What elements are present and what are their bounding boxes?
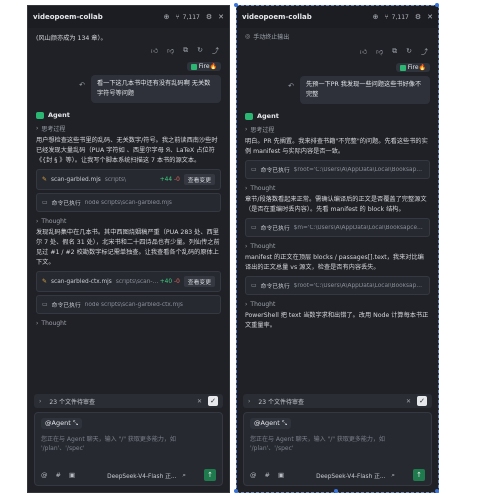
retry-icon[interactable]: ↻ [197, 46, 203, 56]
intro-text: (风山颜亦成为 134 章）。 [36, 35, 107, 42]
thought-label: Thought [41, 320, 67, 327]
pending-label: 23 个文件待审查 [49, 398, 95, 406]
lines-removed: -0 [174, 176, 180, 183]
agent-reply: 用户想检查这些书里的乱码、无关数字/符号。我之前读西南沙些时已经发现大量乱码（P… [36, 137, 218, 164]
chat-composer[interactable]: @Agent ⤡ 您正在与 Agent 聊天，输入 "/" 获取更多能力，如 '… [34, 412, 223, 486]
terminal-icon: ▭ [42, 199, 48, 206]
agent-icon [36, 111, 44, 119]
agent-header: Agent [28, 105, 229, 121]
agent-mention-chip[interactable]: @Agent ⤡ [41, 418, 83, 429]
lines-removed: -0 [174, 278, 180, 285]
command-text: node scripts\scan-garbled-ctx.mjs [84, 301, 183, 308]
file-change-card[interactable]: ✎ scan-garbled.mjs scripts\ +44 -0 查看变更 [36, 169, 221, 190]
user-message-text: 看一下这几本书中还有没有乱码啊 无关数字符号等问题 [91, 75, 221, 103]
resize-handle[interactable] [234, 3, 238, 7]
agent-reply: 发现乱码集中在几本书。其中西图烧姻稿严重（PUA 283 处、西里尔 7 处、假… [36, 229, 220, 266]
close-icon[interactable]: ✕ [218, 13, 224, 21]
view-changes-button[interactable]: 查看变更 [183, 276, 215, 287]
user-badge: Fire🔥 [186, 62, 221, 71]
think-toggle[interactable]: › 思考过程 [28, 121, 229, 136]
chat-panel-left: videopoem-collab ⊕ ⑂ 7,117 ⚙ ✕ (风山颜亦成为 1… [27, 5, 230, 493]
close-icon[interactable]: ✕ [197, 398, 202, 405]
composer-area: › 23 个文件待审查 ✕ ✓ @Agent ⤡ 您正在与 Agent 聊天，输… [28, 392, 229, 492]
resize-handle[interactable] [435, 3, 439, 7]
edit-icon: ✎ [42, 176, 48, 183]
terminal-icon: ▭ [42, 301, 48, 308]
file-name: scan-garbled.mjs [51, 176, 101, 183]
thumbs-up-icon[interactable]: 👍︎ [151, 46, 158, 56]
file-path: scripts\ [104, 176, 126, 183]
model-selector[interactable]: DeepSeek-V4-Flash 正... [107, 471, 176, 480]
resize-handle[interactable] [334, 489, 338, 493]
titlebar: videopoem-collab ⊕ ⑂ 7,117 ⚙ ✕ [28, 6, 229, 28]
chevron-right-icon[interactable]: › [39, 398, 41, 405]
composer-toolbar: @ # ▣ DeepSeek-V4-Flash 正... ⌕ ↑ [41, 469, 216, 481]
chat-input[interactable]: 您正在与 Agent 聊天，输入 "/" 获取更多能力，如 '/plan'、'/… [41, 435, 216, 453]
chevron-right-icon: › [36, 218, 39, 225]
git-icon[interactable]: ⑂ [175, 13, 179, 21]
command-card[interactable]: ▭ 命令已执行 node scripts\scan-garbled-ctx.mj… [36, 295, 221, 314]
share-icon[interactable]: ⤴ [212, 46, 219, 56]
mention-label: @Agent [45, 419, 71, 427]
hash-icon[interactable]: # [56, 471, 61, 479]
file-path: scripts\scan-garb... [115, 278, 160, 285]
thought-label: Thought [41, 218, 67, 225]
message-actions: 👍︎ 👎︎ ⧉ ↻ ⤴ [28, 44, 229, 58]
undo-icon[interactable]: ↶ [79, 81, 85, 89]
command-label: 命令已执行 [51, 201, 81, 207]
lines-added: +44 [159, 176, 173, 183]
attach-icon[interactable]: ⌕ [182, 471, 186, 480]
gear-icon[interactable]: ⚙ [206, 13, 212, 21]
resize-handle[interactable] [234, 489, 238, 493]
thought-toggle[interactable]: › Thought [28, 215, 229, 228]
thumbs-down-icon[interactable]: 👎︎ [167, 46, 174, 56]
accept-all-button[interactable]: ✓ [208, 396, 218, 406]
history-icon[interactable]: ⊕ [164, 13, 170, 21]
agent-label: Agent [48, 111, 70, 119]
thought-toggle[interactable]: › Thought [28, 317, 229, 330]
resize-handle[interactable] [435, 489, 439, 493]
window-title: videopoem-collab [33, 13, 103, 21]
image-icon[interactable]: ▣ [69, 471, 75, 479]
user-message: ↶ 看一下这几本书中还有没有乱码啊 无关数字符号等问题 [28, 73, 229, 105]
file-change-card[interactable]: ✎ scan-garbled-ctx.mjs scripts\scan-garb… [36, 271, 221, 292]
chevron-right-icon: › [36, 320, 39, 327]
selection-frame [236, 5, 439, 493]
edit-icon: ✎ [42, 278, 48, 285]
send-button[interactable]: ↑ [204, 469, 216, 481]
at-icon[interactable]: @ [41, 471, 48, 479]
chevron-right-icon: › [36, 125, 39, 132]
view-changes-button[interactable]: 查看变更 [183, 174, 215, 185]
command-card[interactable]: ▭ 命令已执行 node scripts\scan-garbled.mjs [36, 193, 221, 212]
file-name: scan-garbled-ctx.mjs [51, 278, 112, 285]
user-label-row: Fire🔥 [28, 58, 229, 73]
avatar [190, 63, 197, 70]
copy-icon[interactable]: ⧉ [183, 46, 188, 56]
message-list[interactable]: (风山颜亦成为 134 章）。 👍︎ 👎︎ ⧉ ↻ ⤴ Fire🔥 ↶ 看一下这… [28, 28, 229, 392]
lines-added: +40 [159, 278, 173, 285]
pending-review-bar[interactable]: › 23 个文件待审查 ✕ ✓ [34, 394, 223, 408]
think-label: 思考过程 [41, 126, 66, 133]
token-count: 7,117 [182, 13, 200, 21]
command-text: node scripts\scan-garbled.mjs [84, 199, 172, 206]
command-label: 命令已执行 [51, 303, 81, 309]
user-name: Fire [198, 63, 210, 70]
